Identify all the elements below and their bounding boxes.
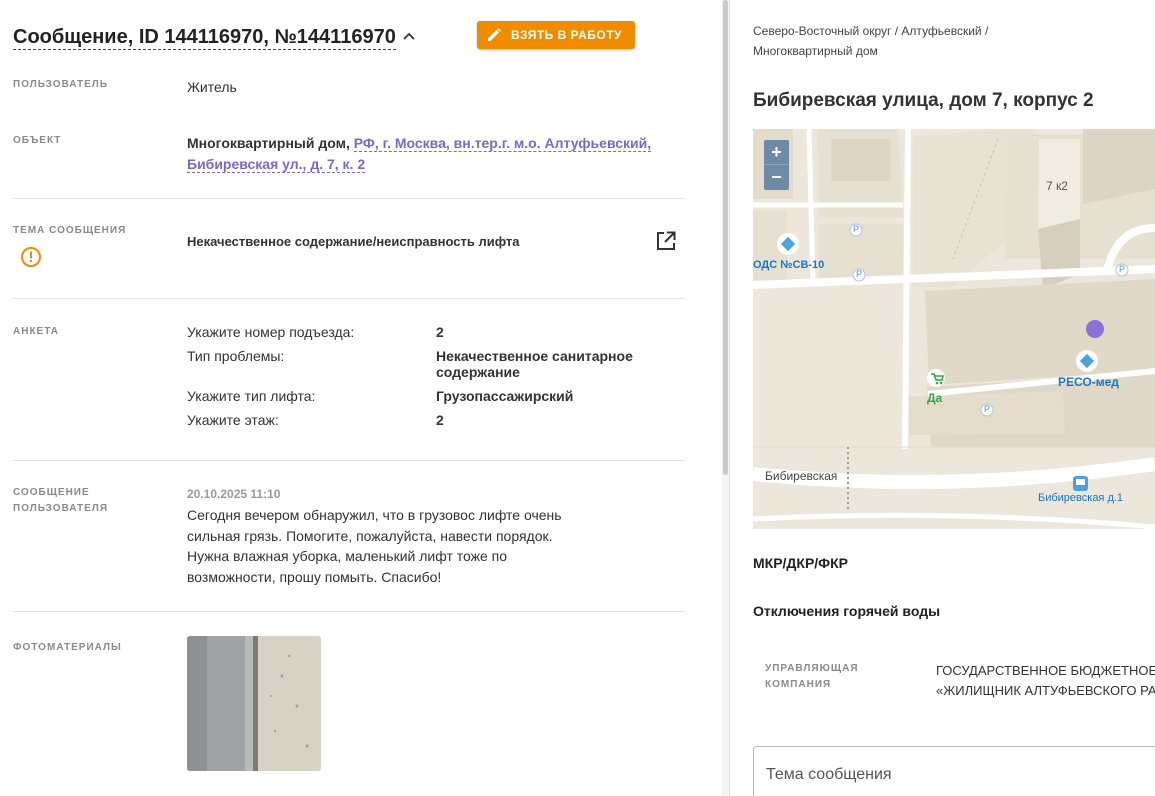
breadcrumb: Северо-Восточный округ / Алтуфьевский / …	[753, 21, 988, 61]
zoom-out-button[interactable]: −	[764, 165, 789, 190]
user-message-line: сильная грязь. Помогите, пожалуйста, нав…	[187, 527, 553, 544]
breadcrumb-line[interactable]: Северо-Восточный округ / Алтуфьевский /	[753, 21, 988, 41]
form-label: АНКЕТА	[13, 326, 59, 337]
divider	[13, 460, 685, 461]
photo-image	[187, 636, 321, 771]
management-company-value: ГОСУДАРСТВЕННОЕ БЮДЖЕТНОЕ «ЖИЛИЩНИК АЛТУ…	[936, 661, 1155, 701]
parking-icon: P	[856, 269, 863, 279]
scrollbar[interactable]	[722, 0, 729, 796]
shop-label[interactable]: Да	[927, 391, 942, 405]
object-label: ОБЪЕКТ	[13, 135, 62, 146]
parking-icon: P	[1119, 264, 1126, 274]
scrollbar-thumb[interactable]	[723, 0, 728, 475]
reso-label[interactable]: РЕСО-мед	[1058, 375, 1119, 389]
bus-stop-label[interactable]: Бибиревская д.1	[1038, 492, 1123, 504]
divider	[13, 611, 685, 612]
message-title[interactable]: Сообщение, ID 144116970, №144116970	[13, 26, 396, 50]
object-value: Многоквартирный дом, РФ, г. Москва, вн.т…	[187, 133, 667, 175]
street-label: Бибиревская	[765, 469, 838, 483]
mkr-section[interactable]: МКР/ДКР/ФКР	[753, 555, 848, 571]
user-message-text: Сегодня вечером обнаружил, что в грузово…	[187, 505, 562, 587]
management-company-label: УПРАВЛЯЮЩАЯ КОМПАНИЯ	[765, 661, 859, 693]
take-button-label: ВЗЯТЬ В РАБОТУ	[511, 28, 623, 42]
message-detail-panel: Сообщение, ID 144116970, №144116970 ВЗЯТ…	[0, 0, 722, 796]
topic-input[interactable]: Тема сообщения	[753, 746, 1155, 796]
form-question: Укажите этаж:	[187, 412, 279, 428]
address-title: Бибиревская улица, дом 7, корпус 2	[753, 90, 1094, 111]
management-company-line: «ЖИЛИЩНИК АЛТУФЬЕВСКОГО РАЙОНА»	[936, 683, 1155, 698]
map[interactable]: + − 7 к2 ОДС №СВ-10 РЕСО-мед Да Бибиревс…	[753, 129, 1155, 529]
divider	[13, 298, 685, 299]
pencil-icon	[488, 28, 501, 41]
divider	[13, 198, 685, 199]
form-question: Укажите тип лифта:	[187, 388, 316, 404]
warning-icon	[21, 247, 41, 267]
open-external-icon[interactable]	[656, 231, 676, 251]
user-message-date: 20.10.2025 11:10	[187, 487, 281, 501]
user-message-label-line: ПОЛЬЗОВАТЕЛЯ	[13, 503, 109, 514]
object-info-panel: Северо-Восточный округ / Алтуфьевский / …	[730, 0, 1155, 796]
user-message-line: Нужна влажная уборка, маленький лифт тож…	[187, 548, 508, 564]
building-number-label: 7 к2	[1046, 179, 1068, 193]
user-message-line: возможности, прошу помыть. Спасибо!	[187, 568, 442, 585]
topic-value: Некачественное содержание/неисправность …	[187, 234, 520, 249]
form-answer: Грузопассажирский	[436, 388, 574, 404]
user-message-label-line: СООБЩЕНИЕ	[13, 487, 90, 498]
parking-icon: P	[853, 224, 860, 234]
form-answer: Некачественное санитарное содержание	[436, 348, 633, 380]
photos-label: ФОТОМАТЕРИАЛЫ	[13, 642, 122, 653]
form-question: Укажите номер подъезда:	[187, 324, 355, 340]
management-company-label-line: КОМПАНИЯ	[765, 679, 832, 690]
photo-thumbnail[interactable]	[187, 636, 321, 771]
form-question: Тип проблемы:	[187, 348, 285, 364]
management-company-line: ГОСУДАРСТВЕННОЕ БЮДЖЕТНОЕ	[936, 663, 1155, 678]
user-value: Житель	[187, 79, 237, 95]
parking-icon: P	[984, 404, 991, 414]
object-address-link[interactable]: РФ, г. Москва, вн.тер.г. м.о. Алтуфьевск…	[353, 135, 652, 152]
breadcrumb-line[interactable]: Многоквартирный дом	[753, 41, 988, 61]
object-type: Многоквартирный дом,	[187, 135, 350, 151]
management-company-label-line: УПРАВЛЯЮЩАЯ	[765, 663, 859, 674]
user-message-line: Сегодня вечером обнаружил, что в грузово…	[187, 507, 562, 523]
user-message-label: СООБЩЕНИЕ ПОЛЬЗОВАТЕЛЯ	[13, 485, 108, 517]
chevron-up-icon[interactable]	[402, 29, 416, 43]
take-to-work-button[interactable]: ВЗЯТЬ В РАБОТУ	[477, 21, 635, 49]
topic-label: ТЕМА СООБЩЕНИЯ	[13, 225, 127, 236]
zoom-in-button[interactable]: +	[764, 140, 789, 165]
map-zoom-control: + −	[764, 140, 789, 190]
form-answer: 2	[436, 412, 444, 428]
object-address-link-2[interactable]: Бибиревская ул., д. 7, к. 2	[187, 156, 366, 173]
form-answer: 2	[436, 324, 444, 340]
topic-input-label: Тема сообщения	[766, 766, 892, 783]
user-label: ПОЛЬЗОВАТЕЛЬ	[13, 79, 109, 90]
hot-water-section[interactable]: Отключения горячей воды	[753, 603, 940, 619]
ods-label[interactable]: ОДС №СВ-10	[753, 259, 824, 271]
